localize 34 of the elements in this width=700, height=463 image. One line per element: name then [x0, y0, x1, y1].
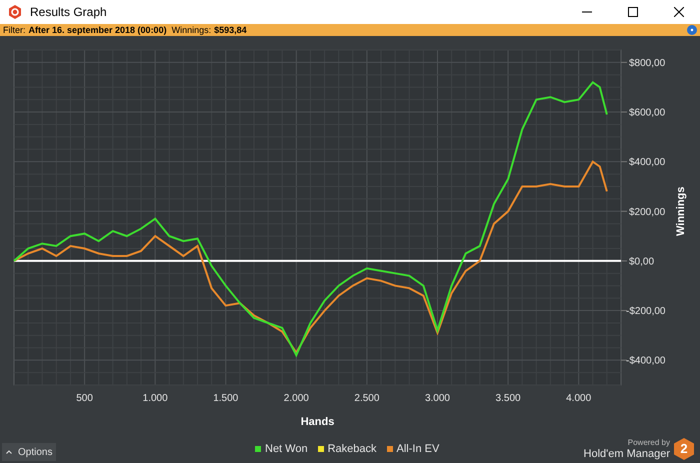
- app-logo-icon: [8, 5, 22, 19]
- legend-label: Rakeback: [328, 442, 377, 456]
- filter-label: Filter:: [3, 26, 26, 34]
- y-tick-label: $400,00: [629, 157, 666, 168]
- y-axis-title: Winnings: [675, 186, 687, 236]
- powered-by-text: Powered by: [628, 439, 670, 447]
- filter-value: After 16. september 2018 (00:00): [28, 26, 167, 34]
- x-tick-label: 1.500: [213, 393, 238, 404]
- x-tick-label: 500: [76, 393, 93, 404]
- legend-label: All-In EV: [396, 442, 440, 456]
- x-axis-title: Hands: [300, 416, 334, 426]
- x-tick-label: 3.500: [496, 393, 521, 404]
- y-tick-label: $0,00: [629, 256, 654, 268]
- product-logo: 2: [674, 438, 694, 460]
- chevron-up-icon: [6, 450, 12, 454]
- help-icon[interactable]: [687, 25, 697, 35]
- winnings-label: Winnings:: [172, 26, 212, 34]
- winnings-value: $593,84: [214, 26, 247, 34]
- options-button[interactable]: Options: [2, 443, 56, 461]
- y-tick-label: $200,00: [629, 206, 666, 218]
- y-tick-label: -$400,00: [626, 356, 666, 367]
- close-icon[interactable]: [674, 7, 684, 17]
- x-tick-label: 4.000: [566, 393, 592, 404]
- x-tick-label: 2.500: [354, 393, 380, 404]
- x-tick-label: 2.000: [284, 393, 309, 404]
- window-title: Results Graph: [30, 4, 107, 21]
- maximize-icon[interactable]: [628, 7, 638, 17]
- product-name: Hold'em Manager: [584, 449, 670, 460]
- x-tick-label: 1.000: [142, 393, 168, 404]
- x-tick-label: 3.000: [424, 393, 450, 404]
- y-tick-label: $800,00: [629, 58, 666, 69]
- legend-label: Net Won: [265, 442, 308, 456]
- y-tick-label: $600,00: [629, 108, 666, 119]
- y-tick-label: -$200,00: [626, 306, 666, 318]
